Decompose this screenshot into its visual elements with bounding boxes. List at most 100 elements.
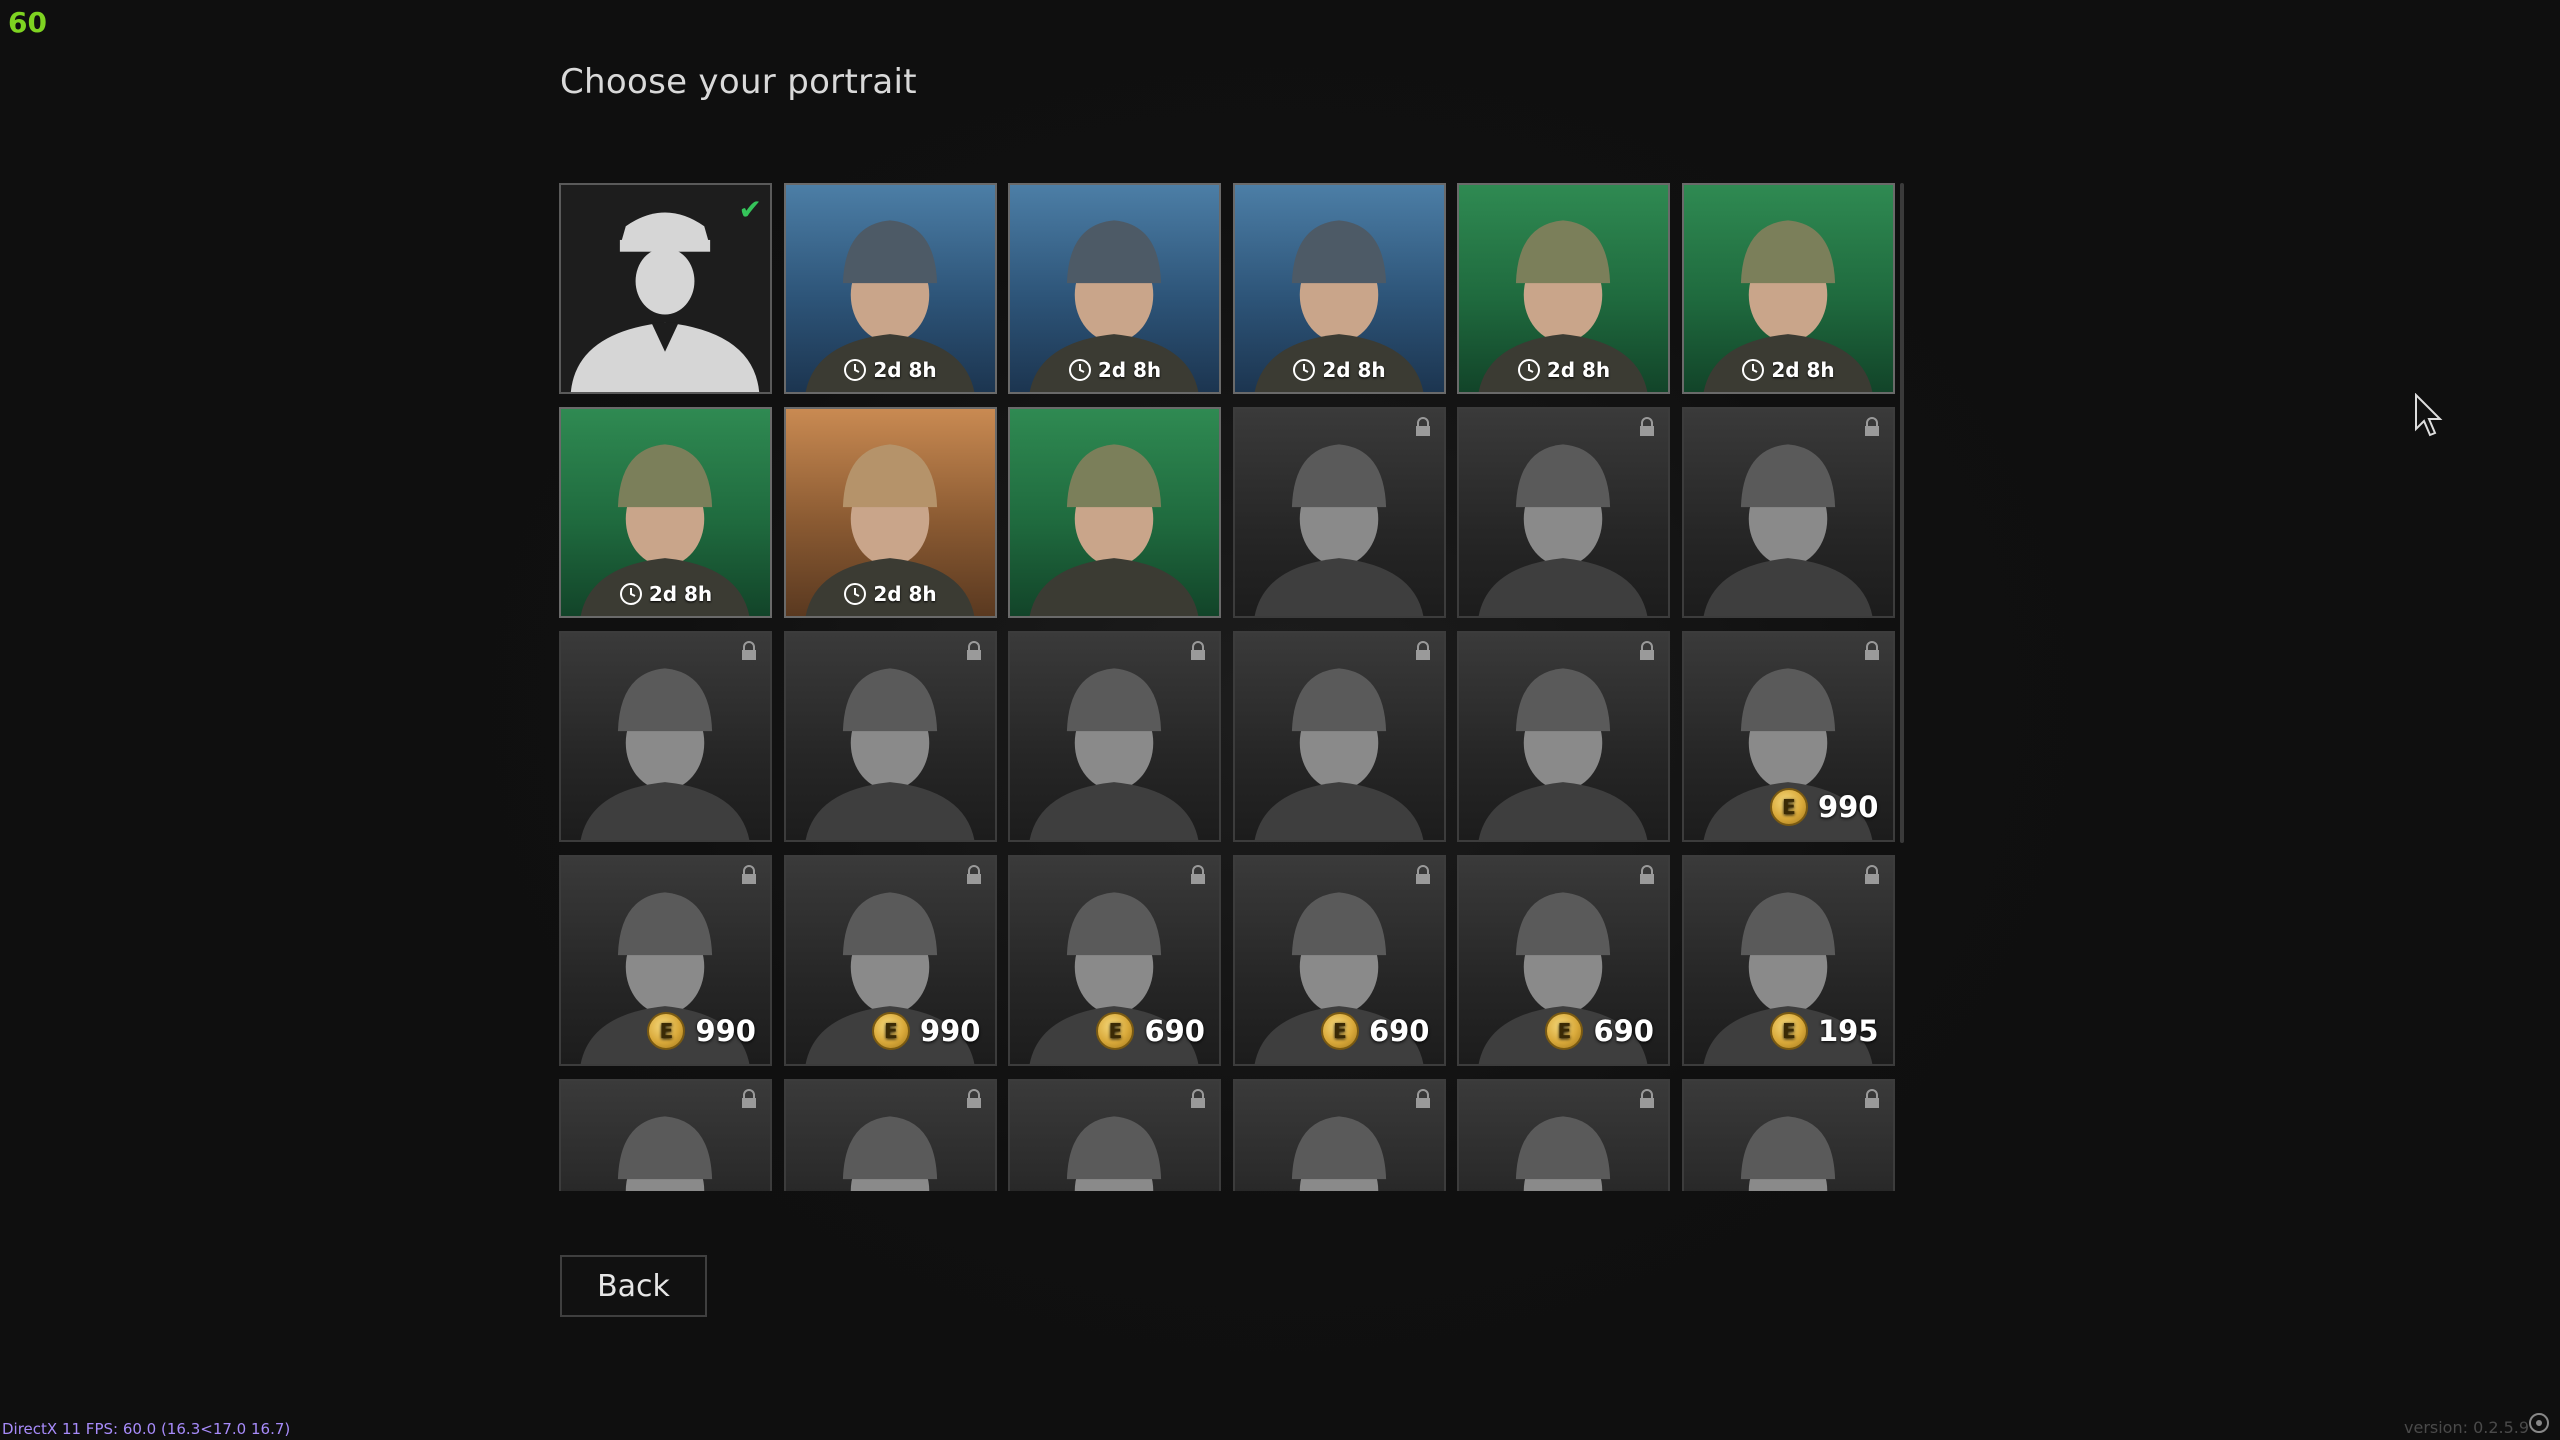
portrait-tile[interactable] <box>1008 1079 1221 1191</box>
lock-icon <box>742 641 756 660</box>
lock-icon <box>1191 641 1205 660</box>
coin-icon: E <box>1545 1012 1584 1050</box>
portrait-tile[interactable] <box>1681 407 1895 618</box>
portrait-tile[interactable] <box>559 631 772 842</box>
lock-icon <box>966 641 981 660</box>
portrait-tile[interactable] <box>1457 407 1670 618</box>
portrait-tile[interactable]: 2d 8h <box>1457 183 1670 394</box>
price-value: 690 <box>1593 1014 1654 1048</box>
timer-text: 2d 8h <box>1546 358 1611 382</box>
portrait-tile[interactable]: 2d 8h <box>783 183 997 394</box>
portrait-tile[interactable] <box>1457 631 1670 842</box>
clock-icon <box>844 359 867 381</box>
price-value: 690 <box>1368 1014 1430 1048</box>
clock-icon <box>844 583 867 605</box>
portrait-tile[interactable]: E 690 <box>1008 855 1221 1066</box>
clock-icon <box>1068 359 1091 381</box>
price-value: 990 <box>695 1014 756 1048</box>
lock-icon <box>1191 865 1205 884</box>
portrait-tile[interactable]: E 990 <box>1681 631 1895 842</box>
timer-text: 2d 8h <box>1771 358 1835 382</box>
mouse-cursor-icon <box>2415 393 2443 437</box>
portrait-tile[interactable] <box>783 1079 997 1191</box>
portrait-tile[interactable] <box>1681 1079 1895 1191</box>
soldier-portrait-image <box>1703 444 1872 616</box>
timer-label: 2d 8h <box>786 582 995 606</box>
portrait-tile[interactable]: 2d 8h <box>1681 183 1895 394</box>
lock-icon <box>966 1089 981 1108</box>
coin-icon: E <box>1096 1012 1135 1050</box>
lock-icon <box>1640 1089 1654 1108</box>
soldier-portrait-image <box>1478 444 1648 616</box>
price-value: 690 <box>1144 1014 1205 1048</box>
portrait-tile[interactable]: E 690 <box>1457 855 1670 1066</box>
portrait-tile[interactable] <box>559 1079 772 1191</box>
timer-text: 2d 8h <box>873 582 937 606</box>
portrait-tile[interactable] <box>1008 407 1221 618</box>
price-label: E 990 <box>1769 788 1879 826</box>
timer-label: 2d 8h <box>561 582 770 606</box>
lock-icon <box>1640 865 1654 884</box>
price-label: E 690 <box>1320 1012 1430 1050</box>
timer-label: 2d 8h <box>1684 358 1893 382</box>
price-value: 990 <box>1817 790 1879 824</box>
portrait-grid[interactable]: ✔ 2d 8h 2d 8h 2d 8h 2d 8h 2d 8h 2d 8h 2d… <box>559 183 1896 1191</box>
price-label: E 690 <box>1545 1012 1654 1050</box>
grid-scrollbar[interactable] <box>1900 183 1904 843</box>
lock-icon <box>1640 641 1654 660</box>
fps-counter: 60 <box>8 6 47 39</box>
price-label: E 195 <box>1769 1012 1879 1050</box>
portrait-tile[interactable] <box>1232 1079 1446 1191</box>
soldier-portrait-image <box>580 668 750 840</box>
portrait-tile[interactable]: E 990 <box>783 855 997 1066</box>
portrait-tile[interactable]: 2d 8h <box>1008 183 1221 394</box>
lock-icon <box>742 1089 756 1108</box>
portrait-tile[interactable] <box>1008 631 1221 842</box>
timer-label: 2d 8h <box>1010 358 1219 382</box>
lock-icon <box>1864 417 1879 436</box>
portrait-tile[interactable]: 2d 8h <box>1232 183 1446 394</box>
version-label: version: 0.2.5.9 <box>2404 1418 2530 1437</box>
portrait-tile[interactable] <box>1457 1079 1670 1191</box>
portrait-tile[interactable]: E 195 <box>1681 855 1895 1066</box>
timer-text: 2d 8h <box>648 582 713 606</box>
lock-icon <box>1415 417 1430 436</box>
lock-icon <box>1191 1089 1205 1108</box>
price-label: E 990 <box>871 1012 981 1050</box>
coin-icon: E <box>1769 1012 1808 1050</box>
clock-icon <box>1517 359 1540 381</box>
lock-icon <box>966 865 981 884</box>
lock-icon <box>1415 865 1430 884</box>
settings-icon[interactable] <box>2526 1410 2552 1436</box>
soldier-portrait-image <box>1029 444 1199 616</box>
lock-icon <box>1864 865 1879 884</box>
portrait-tile[interactable]: 2d 8h <box>559 407 772 618</box>
coin-icon: E <box>647 1012 686 1050</box>
portrait-tile[interactable] <box>1232 407 1446 618</box>
portrait-tile[interactable]: ✔ <box>559 183 772 394</box>
lock-icon <box>1415 1089 1430 1108</box>
portrait-tile[interactable]: E 690 <box>1232 855 1446 1066</box>
portrait-tile[interactable] <box>1232 631 1446 842</box>
coin-icon: E <box>871 1012 910 1050</box>
selected-check-icon: ✔ <box>738 193 762 226</box>
timer-text: 2d 8h <box>1097 358 1162 382</box>
timer-text: 2d 8h <box>873 358 937 382</box>
timer-label: 2d 8h <box>1459 358 1668 382</box>
back-button[interactable]: Back <box>560 1255 707 1317</box>
soldier-portrait-image <box>805 668 974 840</box>
soldier-portrait-image <box>1066 1116 1162 1191</box>
portrait-tile[interactable] <box>783 631 997 842</box>
lock-icon <box>1640 417 1654 436</box>
soldier-portrait-image <box>1478 668 1648 840</box>
portrait-tile[interactable]: E 990 <box>559 855 772 1066</box>
lock-icon <box>742 865 756 884</box>
portrait-tile[interactable]: 2d 8h <box>783 407 997 618</box>
price-value: 990 <box>919 1014 981 1048</box>
lock-icon <box>1864 1089 1879 1108</box>
soldier-portrait-image <box>1254 668 1423 840</box>
coin-icon: E <box>1769 788 1808 826</box>
timer-label: 2d 8h <box>1235 358 1444 382</box>
performance-overlay: DirectX 11 FPS: 60.0 (16.3<17.0 16.7) <box>2 1420 291 1438</box>
soldier-portrait-image <box>1291 1116 1386 1191</box>
